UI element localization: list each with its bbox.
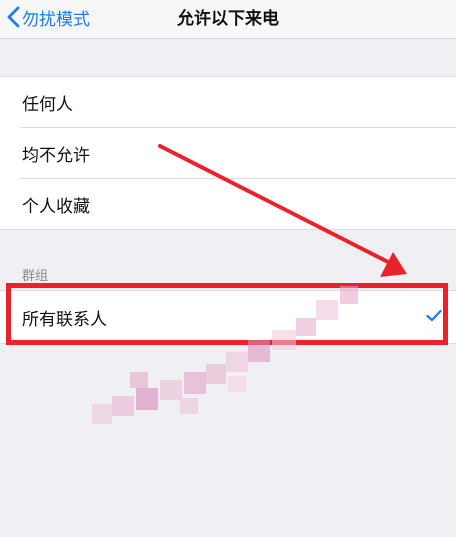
option-all-contacts[interactable]: 所有联系人 [0,291,456,343]
option-label: 个人收藏 [22,196,90,217]
option-no-one[interactable]: 均不允许 [0,128,456,178]
option-everyone[interactable]: 任何人 [0,77,456,127]
checkmark-icon [426,309,442,322]
option-favorites[interactable]: 个人收藏 [0,179,456,229]
navigation-bar: 勿扰模式 允许以下来电 [0,0,456,39]
option-label: 均不允许 [22,145,90,166]
option-label: 所有联系人 [22,309,107,330]
option-label: 任何人 [22,94,73,115]
allow-calls-options: 任何人 均不允许 个人收藏 [0,76,456,230]
page-title: 允许以下来电 [177,9,279,29]
groups-list: 所有联系人 [0,290,456,344]
section-header-groups: 群组 [22,269,49,284]
